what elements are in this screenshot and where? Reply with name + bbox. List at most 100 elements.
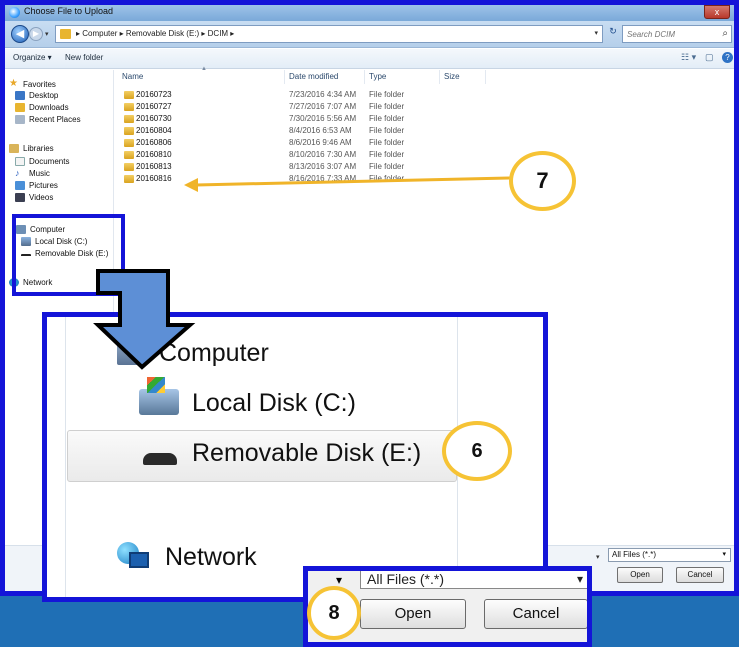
libraries-icon	[9, 144, 19, 153]
filename-dropdown-icon[interactable]: ▾	[596, 553, 600, 561]
recent-places-icon	[15, 115, 25, 124]
column-header-size[interactable]: Size	[444, 72, 460, 81]
help-icon[interactable]: ?	[722, 52, 733, 63]
search-input[interactable]	[623, 26, 719, 42]
nav-favorites[interactable]: ★ Favorites	[9, 79, 56, 89]
address-input[interactable]: ▸ Computer ▸ Removable Disk (E:) ▸ DCIM …	[55, 25, 603, 43]
nav-label: Pictures	[29, 181, 58, 190]
nav-desktop[interactable]: Desktop	[15, 91, 58, 100]
forward-button[interactable]: ▶	[29, 27, 43, 41]
zoom-removable-disk-label[interactable]: Removable Disk (E:)	[192, 439, 421, 468]
windows-logo-icon	[147, 377, 165, 393]
folder-icon	[124, 115, 134, 123]
file-date: 8/13/2016 3:07 AM	[289, 162, 357, 171]
zoom-local-disk-label[interactable]: Local Disk (C:)	[192, 389, 356, 418]
zoom-open-button[interactable]: Open	[360, 599, 466, 629]
file-name: 20160813	[136, 162, 172, 171]
file-date: 7/30/2016 5:56 AM	[289, 114, 357, 123]
nav-music[interactable]: ♪ Music	[15, 169, 50, 179]
organize-button[interactable]: Organize ▾	[13, 53, 52, 62]
file-date: 7/27/2016 7:07 AM	[289, 102, 357, 111]
folder-icon	[124, 151, 134, 159]
pictures-icon	[15, 181, 25, 190]
file-type: File folder	[369, 162, 405, 171]
callout-8: 8	[307, 586, 361, 640]
folder-icon	[124, 127, 134, 135]
nav-libraries[interactable]: Libraries	[9, 144, 54, 153]
documents-icon	[15, 157, 25, 166]
new-folder-button[interactable]: New folder	[65, 53, 103, 62]
removable-disk-icon	[143, 453, 177, 465]
search-box[interactable]: ⌕	[622, 25, 732, 43]
callout-6: 6	[442, 421, 512, 481]
folder-icon	[124, 139, 134, 147]
preview-pane-icon[interactable]: ▢	[705, 52, 714, 63]
view-options-icon[interactable]: ☷ ▾	[681, 52, 696, 63]
refresh-button[interactable]: ↻	[606, 26, 620, 42]
folder-icon	[124, 91, 134, 99]
file-name: 20160810	[136, 150, 172, 159]
callout-7: 7	[509, 151, 576, 211]
column-header-date[interactable]: Date modified	[289, 72, 338, 81]
sort-ascending-icon: ▲	[201, 66, 207, 72]
file-type: File folder	[369, 126, 405, 135]
nav-pictures[interactable]: Pictures	[15, 181, 58, 190]
zoom-file-type-select[interactable]: All Files (*.*) ▾	[360, 571, 587, 589]
breadcrumb[interactable]: ▸ Computer ▸ Removable Disk (E:) ▸ DCIM …	[76, 29, 234, 38]
desktop-icon	[15, 91, 25, 100]
file-row[interactable]: 20160806 8/6/2016 9:46 AM File folder	[120, 138, 500, 149]
column-divider	[364, 70, 365, 84]
file-date: 8/10/2016 7:30 AM	[289, 150, 357, 159]
window-title: Choose File to Upload	[24, 6, 114, 16]
folder-icon	[60, 29, 71, 39]
desktop-background	[0, 596, 8, 647]
chevron-down-icon: ▾	[336, 573, 343, 587]
close-button[interactable]: x	[704, 5, 730, 19]
search-icon[interactable]: ⌕	[722, 28, 728, 39]
folder-icon	[124, 175, 134, 183]
file-row[interactable]: 20160804 8/4/2016 6:53 AM File folder	[120, 126, 500, 137]
nav-recent-places[interactable]: Recent Places	[15, 115, 81, 124]
browser-icon	[9, 7, 20, 18]
command-toolbar: Organize ▾ New folder ☷ ▾ ▢ ?	[5, 49, 734, 69]
file-date: 7/23/2016 4:34 AM	[289, 90, 357, 99]
file-type-select[interactable]: All Files (*.*) ▾	[608, 548, 731, 562]
back-button[interactable]: ◀	[11, 25, 29, 43]
cancel-button[interactable]: Cancel	[676, 567, 724, 583]
title-bar: Choose File to Upload x	[5, 5, 734, 21]
network-icon	[117, 542, 151, 572]
file-date: 8/4/2016 6:53 AM	[289, 126, 352, 135]
nav-label: Recent Places	[29, 115, 81, 124]
file-name: 20160804	[136, 126, 172, 135]
nav-label: Videos	[29, 193, 54, 202]
open-button[interactable]: Open	[617, 567, 663, 583]
videos-icon	[15, 193, 25, 202]
file-name: 20160727	[136, 102, 172, 111]
file-row[interactable]: 20160810 8/10/2016 7:30 AM File folder	[120, 150, 500, 161]
nav-videos[interactable]: Videos	[15, 193, 53, 202]
address-bar: ◀ ▶ ▾ ▸ Computer ▸ Removable Disk (E:) ▸…	[5, 21, 734, 48]
folder-icon	[124, 163, 134, 171]
address-dropdown-icon[interactable]: ▾	[594, 29, 598, 37]
file-name: 20160730	[136, 114, 172, 123]
recent-pages-dropdown[interactable]: ▾	[45, 30, 51, 38]
zoom-file-type-value: All Files (*.*)	[367, 571, 445, 587]
nav-downloads[interactable]: Downloads	[15, 103, 69, 112]
zoom-cancel-button[interactable]: Cancel	[484, 599, 587, 629]
column-header-type[interactable]: Type	[369, 72, 386, 81]
column-divider	[284, 70, 285, 84]
file-type: File folder	[369, 90, 405, 99]
zoom-network-label[interactable]: Network	[165, 543, 257, 572]
column-divider	[485, 70, 486, 84]
nav-label: Documents	[29, 157, 70, 166]
file-row[interactable]: 20160723 7/23/2016 4:34 AM File folder	[120, 90, 500, 101]
column-header-name[interactable]: Name	[122, 72, 143, 81]
file-type-value: All Files (*.*)	[612, 550, 657, 559]
file-date: 8/6/2016 9:46 AM	[289, 138, 352, 147]
file-type: File folder	[369, 150, 405, 159]
nav-label: Favorites	[23, 79, 56, 89]
file-row[interactable]: 20160727 7/27/2016 7:07 AM File folder	[120, 102, 500, 113]
pointer-arrow-icon	[184, 176, 511, 192]
file-row[interactable]: 20160730 7/30/2016 5:56 AM File folder	[120, 114, 500, 125]
nav-documents[interactable]: Documents	[15, 157, 69, 166]
